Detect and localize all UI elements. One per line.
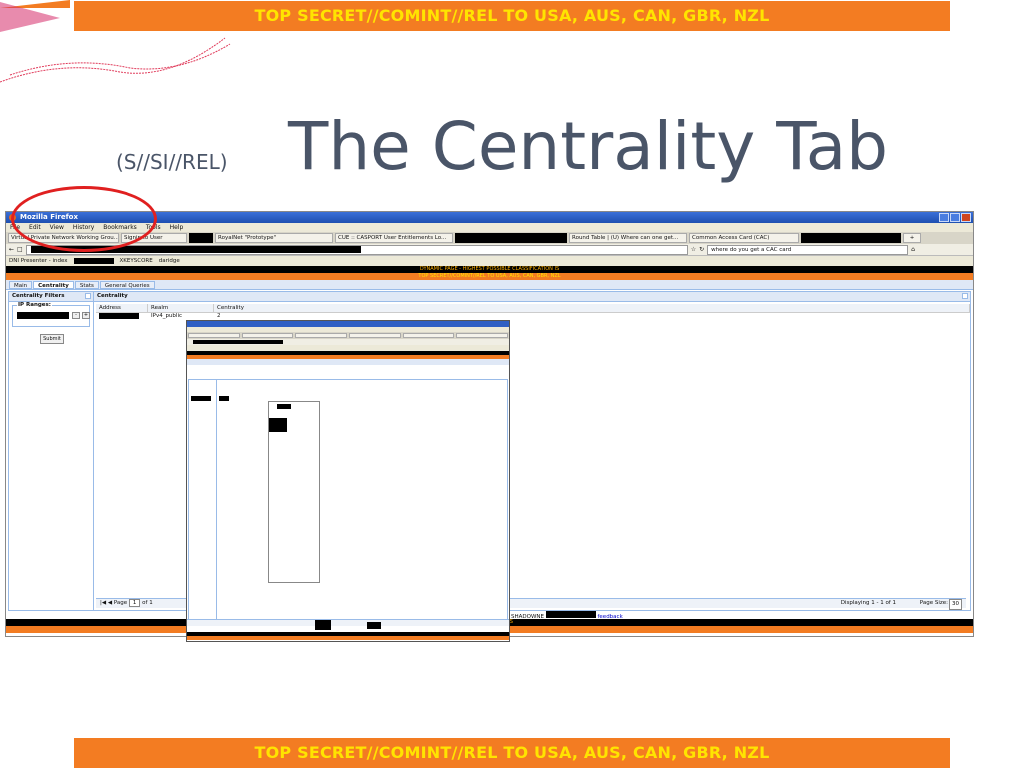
- maximize-icon[interactable]: [950, 213, 960, 222]
- window-controls: [939, 213, 971, 222]
- filters-panel-header: Centrality Filters: [9, 292, 93, 302]
- ip-ranges-label: IP Ranges:: [17, 302, 52, 308]
- inset-tabstrip: [187, 332, 509, 339]
- ip-range-select[interactable]: [17, 312, 69, 319]
- bookmark-item[interactable]: XKEYSCORE: [120, 258, 153, 264]
- slide-title: The Centrality Tab: [288, 108, 889, 185]
- home-icon[interactable]: ⌂: [911, 246, 915, 253]
- remove-range-button[interactable]: -: [72, 312, 80, 319]
- close-icon[interactable]: [961, 213, 971, 222]
- page-icon: □: [17, 246, 23, 253]
- inset-grid-panel: [216, 379, 508, 621]
- submit-button[interactable]: Submit: [40, 334, 64, 344]
- ip-ranges-fieldset: IP Ranges: - +: [12, 302, 90, 327]
- cell-realm: IPv4_public: [151, 313, 182, 319]
- star-icon[interactable]: ☆: [691, 246, 696, 253]
- bookmark-item[interactable]: daridge: [159, 258, 180, 264]
- filters-panel-title: Centrality Filters: [12, 293, 65, 299]
- column-header-realm[interactable]: Realm: [148, 304, 214, 312]
- menu-help[interactable]: Help: [170, 223, 184, 232]
- page-label: Page: [113, 600, 128, 606]
- browser-navbar: ← □ ☆ ↻ where do you get a CAC card ⌂: [6, 244, 973, 256]
- browser-tab[interactable]: Round Table | (U) Where can one get...: [569, 233, 687, 243]
- tab-main[interactable]: Main: [9, 281, 33, 289]
- inset-screenshot: [186, 320, 510, 642]
- redaction-block: [545, 611, 596, 618]
- tab-centrality[interactable]: Centrality: [33, 281, 74, 289]
- search-field[interactable]: where do you get a CAC card: [707, 244, 909, 255]
- redaction-block: [455, 233, 567, 243]
- table-row[interactable]: IPv4_public 2: [96, 313, 254, 320]
- add-range-button[interactable]: +: [82, 312, 90, 319]
- classification-banner-bottom: TOP SECRET//COMINT//REL TO USA, AUS, CAN…: [74, 738, 950, 768]
- centrality-filters-panel: Centrality Filters IP Ranges: - + Submit: [8, 291, 94, 611]
- browser-tabstrip: Virtual Private Network Working Grou... …: [6, 232, 973, 244]
- page-size-input[interactable]: 30: [949, 599, 962, 610]
- dynamic-page-banner: DYNAMIC PAGE - HIGHEST POSSIBLE CLASSIFI…: [6, 266, 973, 273]
- cell-centrality: 2: [217, 313, 221, 319]
- prev-page-icon[interactable]: ◀: [108, 600, 112, 606]
- highlight-circle: [11, 186, 157, 252]
- inset-footer: [187, 619, 509, 641]
- app-classification-line: TOP SECRET//COMINT//REL TO USA, AUS, CAN…: [6, 273, 973, 280]
- first-page-icon[interactable]: |◀: [100, 600, 106, 606]
- page-number-input[interactable]: 1: [128, 599, 141, 607]
- inset-navbar: [187, 339, 509, 345]
- bookmarks-bar: DNI Presenter - index XKEYSCORE daridge: [6, 256, 973, 266]
- browser-tab[interactable]: CUE :: CASPORT User Entitlements Lo...: [335, 233, 453, 243]
- redaction-block: [801, 233, 901, 243]
- redaction-block: [99, 313, 139, 319]
- page-size-label: Page Size:: [919, 600, 948, 606]
- collapse-icon[interactable]: [962, 293, 968, 299]
- collapse-icon[interactable]: [85, 293, 91, 299]
- browser-tab[interactable]: RoyalNet "Prototype": [215, 233, 333, 243]
- displaying-count: Displaying 1 - 1 of 1: [840, 600, 896, 606]
- browser-tab[interactable]: Common Access Card (CAC): [689, 233, 799, 243]
- inset-app-tabs: [187, 359, 509, 365]
- redaction-block: [189, 233, 213, 243]
- new-tab-plus-icon[interactable]: +: [903, 233, 921, 243]
- column-header-address[interactable]: Address: [96, 304, 148, 312]
- bookmark-item[interactable]: DNI Presenter - index: [9, 258, 68, 264]
- app-tabbar: Main Centrality Stats General Queries: [6, 280, 973, 290]
- reload-icon[interactable]: ↻: [699, 246, 704, 253]
- page-count: of 1: [142, 600, 153, 606]
- grid-header: Address Realm Centrality: [96, 304, 970, 313]
- back-arrow-icon[interactable]: ←: [9, 246, 14, 253]
- decorative-swoosh: [0, 0, 231, 83]
- tab-stats[interactable]: Stats: [74, 281, 99, 289]
- minimize-icon[interactable]: [939, 213, 949, 222]
- inset-popup-window: [268, 401, 320, 583]
- column-header-centrality[interactable]: Centrality: [214, 304, 970, 312]
- grid-panel-header: Centrality: [94, 292, 970, 302]
- cell-address: [96, 313, 148, 320]
- inset-filters-panel: [188, 379, 217, 621]
- redaction-block: [73, 258, 114, 264]
- tab-general-queries[interactable]: General Queries: [99, 281, 155, 289]
- slide-classification-marking: (S//SI//REL): [116, 150, 228, 174]
- grid-panel-title: Centrality: [97, 293, 128, 299]
